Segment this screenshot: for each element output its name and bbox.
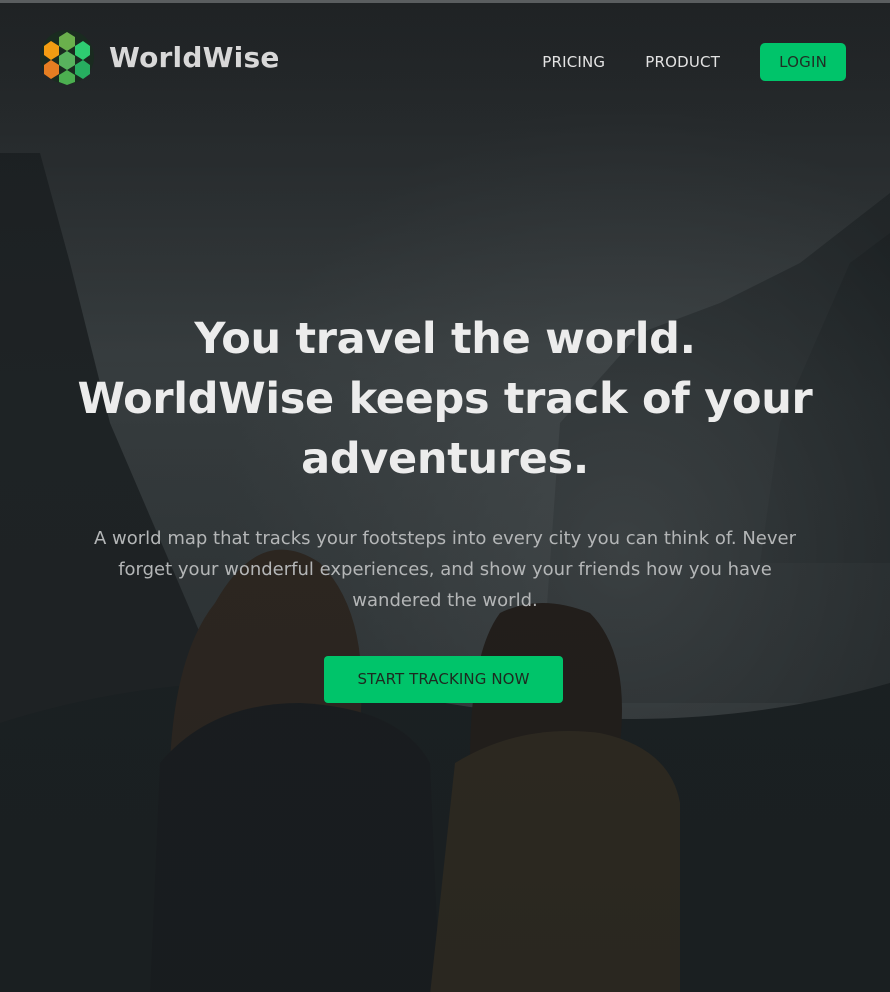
hero-subtitle: A world map that tracks your footsteps i…	[94, 528, 796, 611]
landing-page: WorldWise PRICING PRODUCT LOGIN You trav…	[0, 0, 890, 992]
brand-name: WorldWise	[109, 40, 280, 74]
top-navigation: WorldWise PRICING PRODUCT LOGIN	[0, 3, 890, 115]
login-button[interactable]: LOGIN	[760, 43, 846, 81]
nav-link-product[interactable]: PRODUCT	[645, 53, 720, 71]
start-tracking-button[interactable]: START TRACKING NOW	[324, 656, 563, 703]
hero-title: You travel the world. WorldWise keeps tr…	[60, 309, 830, 489]
hero-title-line-3: adventures.	[301, 434, 589, 484]
hero-title-line-2: WorldWise keeps track of your	[77, 374, 813, 424]
brand-logo[interactable]: WorldWise	[39, 29, 280, 85]
nav-links: PRICING PRODUCT LOGIN	[542, 43, 846, 81]
nav-link-pricing[interactable]: PRICING	[542, 53, 605, 71]
hero-title-line-1: You travel the world.	[194, 314, 696, 364]
globe-hexagon-logo-icon	[40, 30, 94, 85]
hero-section: You travel the world. WorldWise keeps tr…	[60, 309, 830, 616]
